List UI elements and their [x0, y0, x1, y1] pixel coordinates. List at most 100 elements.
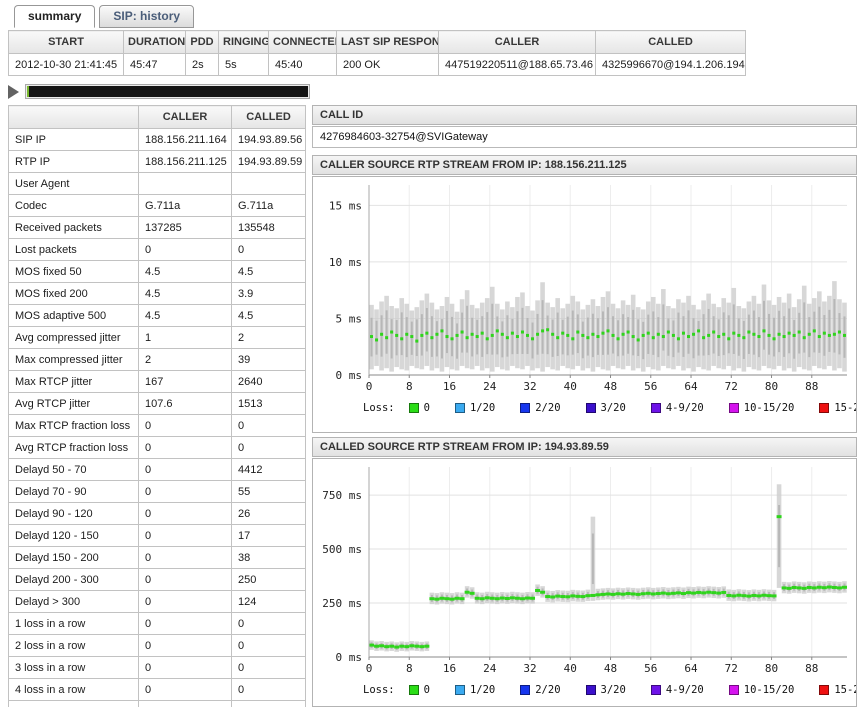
legend-item-label: 15-20/20	[834, 402, 856, 414]
legend-swatch	[455, 685, 465, 695]
stat-caller-value: 2	[139, 349, 232, 371]
tab-sip-history[interactable]: SIP: history	[99, 5, 194, 28]
table-row: Max RTCP fraction loss00	[9, 415, 306, 437]
table-row: RTP IP188.156.211.125194.93.89.59	[9, 151, 306, 173]
table-row: Max RTCP jitter1672640	[9, 371, 306, 393]
playback-progress-bar[interactable]	[25, 84, 310, 99]
legend-item: 3/20	[586, 402, 626, 414]
stat-called-value: 0	[232, 239, 306, 261]
stat-caller-value: 188.156.211.164	[139, 129, 232, 151]
called-rtp-chart-panel: 08162432404856647280880 ms250 ms500 ms75…	[312, 458, 857, 707]
stat-caller-value: 1	[139, 327, 232, 349]
legend-swatch	[729, 685, 739, 695]
call-id-header: CALL ID	[312, 105, 857, 125]
legend-item: 2/20	[520, 684, 560, 696]
stat-caller-value: 4.5	[139, 261, 232, 283]
svg-text:8: 8	[406, 380, 413, 393]
summary-value-cell: 45:40	[269, 54, 337, 76]
table-row: Avg RTCP fraction loss00	[9, 437, 306, 459]
svg-text:5 ms: 5 ms	[336, 312, 363, 325]
svg-text:88: 88	[805, 380, 818, 393]
stat-label-cell: Delayd 200 - 300	[9, 569, 139, 591]
table-row: 5 loss in a row00	[9, 701, 306, 707]
svg-text:8: 8	[406, 662, 413, 675]
svg-text:64: 64	[684, 662, 698, 675]
caller-rtp-chart: 08162432404856647280880 ms5 ms10 ms15 ms	[313, 177, 851, 401]
summary-header-row: STARTDURATIONPDDRINGINGCONNECTEDLAST SIP…	[9, 31, 746, 54]
legend-item: 15-20/20	[819, 402, 856, 414]
legend-swatch	[586, 685, 596, 695]
playhead-marker[interactable]	[27, 86, 29, 97]
tab-summary[interactable]: summary	[14, 5, 95, 28]
stat-called-value: 0	[232, 613, 306, 635]
stat-caller-value: 0	[139, 701, 232, 707]
stat-called-value: 135548	[232, 217, 306, 239]
stat-called-value: 17	[232, 525, 306, 547]
stat-called-value: 4412	[232, 459, 306, 481]
loss-legend: Loss:01/202/203/204-9/2010-15/2015-20/20…	[313, 683, 856, 696]
svg-text:250 ms: 250 ms	[322, 597, 362, 610]
stat-caller-value: 0	[139, 569, 232, 591]
audio-player	[8, 84, 310, 99]
legend-swatch	[819, 403, 829, 413]
playback-progress-fill	[27, 86, 308, 97]
table-row: SIP IP188.156.211.164194.93.89.56	[9, 129, 306, 151]
stat-called-value: 0	[232, 635, 306, 657]
stat-label-cell: Delayd 90 - 120	[9, 503, 139, 525]
table-row: 1 loss in a row00	[9, 613, 306, 635]
legend-item-label: 1/20	[470, 402, 495, 414]
legend-swatch	[520, 403, 530, 413]
stat-label-cell: Delayd 150 - 200	[9, 547, 139, 569]
legend-label: Loss:	[363, 684, 395, 696]
stat-label-cell: MOS fixed 200	[9, 283, 139, 305]
rtp-stats-table: CALLERCALLED SIP IP188.156.211.164194.93…	[8, 105, 306, 707]
stat-called-value: 4.5	[232, 261, 306, 283]
legend-item-label: 10-15/20	[744, 402, 795, 414]
legend-item-label: 4-9/20	[666, 684, 704, 696]
stat-called-value: 1513	[232, 393, 306, 415]
legend-swatch	[455, 403, 465, 413]
stat-label-cell: Max RTCP jitter	[9, 371, 139, 393]
stats-column-header: CALLED	[232, 106, 306, 129]
stat-caller-value: 0	[139, 503, 232, 525]
loss-legend: Loss:01/202/203/204-9/2010-15/2015-20/20…	[313, 401, 856, 414]
table-row: Delayd 90 - 120026	[9, 503, 306, 525]
stat-caller-value: 4.5	[139, 283, 232, 305]
table-row: 3 loss in a row00	[9, 657, 306, 679]
stat-called-value: 0	[232, 657, 306, 679]
stat-called-value: 0	[232, 437, 306, 459]
stats-body: SIP IP188.156.211.164194.93.89.56RTP IP1…	[9, 129, 306, 707]
svg-text:56: 56	[644, 662, 657, 675]
stat-called-value: 194.93.89.59	[232, 151, 306, 173]
stat-label-cell: Lost packets	[9, 239, 139, 261]
legend-item: 4-9/20	[651, 402, 704, 414]
stat-called-value: 3.9	[232, 283, 306, 305]
stat-caller-value: 0	[139, 591, 232, 613]
stat-caller-value: 0	[139, 481, 232, 503]
legend-item: 10-15/20	[729, 402, 795, 414]
called-rtp-chart: 08162432404856647280880 ms250 ms500 ms75…	[313, 459, 851, 683]
legend-swatch	[409, 685, 419, 695]
stat-caller-value: 0	[139, 525, 232, 547]
caller-rtp-chart-panel: 08162432404856647280880 ms5 ms10 ms15 ms…	[312, 176, 857, 433]
svg-text:40: 40	[564, 380, 577, 393]
legend-swatch	[819, 685, 829, 695]
svg-text:750 ms: 750 ms	[322, 489, 362, 502]
legend-item-label: 3/20	[601, 684, 626, 696]
legend-item-label: 3/20	[601, 402, 626, 414]
table-row: Avg compressed jitter12	[9, 327, 306, 349]
stat-called-value: 39	[232, 349, 306, 371]
call-detail-screen: summary SIP: history STARTDURATIONPDDRIN…	[0, 0, 860, 707]
stat-caller-value: 167	[139, 371, 232, 393]
table-row: Delayd 150 - 200038	[9, 547, 306, 569]
legend-swatch	[729, 403, 739, 413]
stat-label-cell: Delayd > 300	[9, 591, 139, 613]
stat-caller-value: 0	[139, 635, 232, 657]
stat-label-cell: MOS adaptive 500	[9, 305, 139, 327]
table-row: Avg RTCP jitter107.61513	[9, 393, 306, 415]
table-row: MOS adaptive 5004.54.5	[9, 305, 306, 327]
tab-bar: summary SIP: history	[14, 5, 194, 28]
play-icon[interactable]	[8, 85, 19, 99]
svg-text:80: 80	[765, 380, 778, 393]
svg-text:0 ms: 0 ms	[336, 651, 363, 664]
